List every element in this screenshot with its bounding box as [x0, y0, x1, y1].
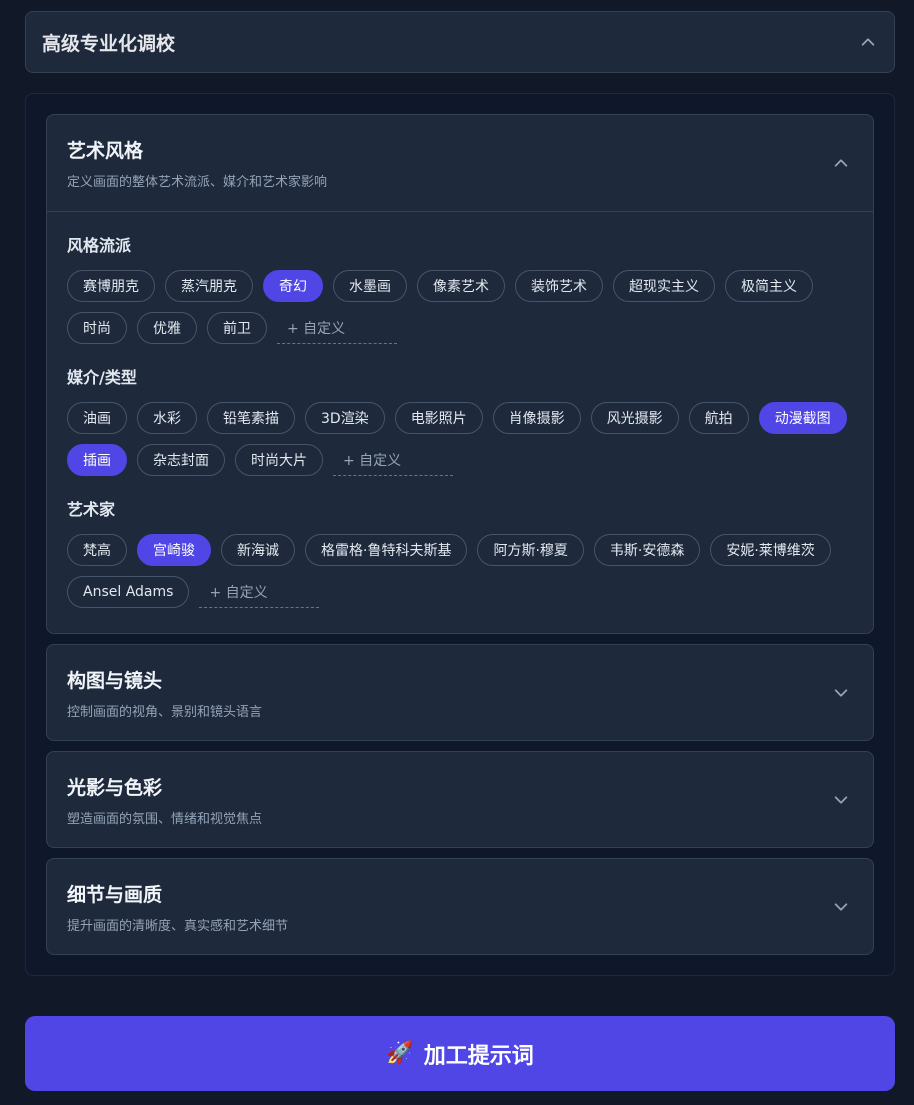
group-title-artist: 艺术家 — [67, 500, 116, 519]
card-subtitle: 塑造画面的氛围、情绪和视觉焦点 — [67, 812, 263, 827]
chip[interactable]: 韦斯·安德森 — [593, 534, 701, 566]
card-subtitle: 控制画面的视角、景别和镜头语言 — [67, 705, 263, 720]
chip[interactable]: 风光摄影 — [590, 402, 679, 434]
group-title-medium-type: 媒介/类型 — [67, 368, 137, 387]
chip-list-medium-type: 油画 水彩 铅笔素描 3D渲染 电影照片 肖像摄影 风光摄影 航拍 动漫截图插画 杂志封面 时尚大片… — [67, 402, 857, 476]
custom-input[interactable]: + 自定义 — [277, 312, 397, 344]
card-subtitle: 定义画面的整体艺术流派、媒介和艺术家影响 — [67, 175, 328, 190]
chip[interactable]: 蒸汽朋克 — [165, 270, 253, 302]
chip[interactable]: 优雅 — [137, 312, 197, 344]
chip[interactable]: 水墨画 — [333, 270, 407, 302]
card-art-style-header[interactable]: 艺术风格 定义画面的整体艺术流派、媒介和艺术家影响 — [47, 115, 873, 211]
chip[interactable]: 时尚大片 — [235, 444, 323, 476]
card-lighting-color[interactable]: 光影与色彩 塑造画面的氛围、情绪和视觉焦点 — [46, 751, 874, 848]
chip[interactable]: 杂志封面 — [137, 444, 225, 476]
card-title: 光影与色彩 — [67, 777, 163, 799]
group-title-style-genre: 风格流派 — [67, 236, 132, 255]
chip[interactable]: 阿方斯·穆夏 — [477, 534, 584, 566]
chip[interactable]: 格雷格·鲁特科夫斯基 — [305, 534, 468, 566]
chip[interactable]: 超现实主义 — [613, 270, 715, 302]
process-prompt-label: 加工提示词 — [423, 1043, 534, 1069]
chip[interactable]: Ansel Adams — [67, 576, 190, 608]
chevron-down-icon[interactable] — [831, 683, 851, 703]
chip[interactable]: 安妮·莱博维茨 — [710, 534, 831, 566]
chip[interactable]: 时尚 — [67, 312, 127, 344]
chip[interactable]: 像素艺术 — [417, 270, 505, 302]
chip[interactable]: 水彩 — [137, 402, 197, 434]
card-art-style-body: 风格流派赛博朋克 蒸汽朋克 奇幻 水墨画 像素艺术 装饰艺术 超现实主义 极简主义时尚 优雅 前卫… — [47, 212, 873, 608]
chevron-down-icon[interactable] — [831, 897, 851, 917]
chip-list-style-genre: 赛博朋克 蒸汽朋克 奇幻 水墨画 像素艺术 装饰艺术 超现实主义 极简主义时尚 优雅 前卫 + 自定… — [67, 270, 857, 344]
card-title: 构图与镜头 — [67, 670, 163, 692]
card-detail-quality[interactable]: 细节与画质 提升画面的清晰度、真实感和艺术细节 — [46, 858, 874, 955]
chip[interactable]: 肖像摄影 — [492, 402, 581, 434]
chip[interactable]: 梵高 — [67, 534, 127, 566]
card-art-style: 艺术风格 定义画面的整体艺术流派、媒介和艺术家影响 风格流派赛博朋克 蒸汽朋克 奇幻… — [46, 114, 874, 634]
custom-input[interactable]: + 自定义 — [333, 444, 453, 476]
chip-selected[interactable]: 插画 — [67, 444, 127, 476]
advanced-tuning-header[interactable]: 高级专业化调校 — [25, 11, 895, 73]
chevron-up-icon[interactable] — [858, 32, 878, 52]
chip[interactable]: 赛博朋克 — [67, 270, 155, 302]
chip[interactable]: 前卫 — [207, 312, 267, 344]
process-prompt-button[interactable]: 🚀 加工提示词 — [25, 1016, 895, 1091]
chip-selected[interactable]: 动漫截图 — [758, 402, 847, 434]
chevron-down-icon[interactable] — [831, 790, 851, 810]
card-title: 细节与画质 — [67, 884, 163, 906]
chip[interactable]: 电影照片 — [394, 402, 483, 434]
chip-selected[interactable]: 宫崎骏 — [137, 534, 211, 566]
chip[interactable]: 装饰艺术 — [515, 270, 603, 302]
card-subtitle: 提升画面的清晰度、真实感和艺术细节 — [67, 919, 289, 934]
chip-selected[interactable]: 奇幻 — [263, 270, 323, 302]
chip[interactable]: 3D渲染 — [305, 402, 385, 434]
card-title: 艺术风格 — [67, 140, 144, 162]
rocket-icon: 🚀 — [386, 1041, 414, 1066]
chip[interactable]: 新海诚 — [221, 534, 295, 566]
chip[interactable]: 航拍 — [688, 402, 749, 434]
chip[interactable]: 油画 — [67, 402, 127, 434]
chip[interactable]: 铅笔素描 — [207, 402, 295, 434]
advanced-tuning-title: 高级专业化调校 — [42, 32, 176, 55]
chip[interactable]: 极简主义 — [725, 270, 813, 302]
chip-list-artist: 梵高 宫崎骏 新海诚 格雷格·鲁特科夫斯基 阿方斯·穆夏 韦斯·安德森 安妮·莱博维茨 Ans… — [67, 534, 857, 608]
chevron-up-icon[interactable] — [831, 153, 851, 173]
card-composition[interactable]: 构图与镜头 控制画面的视角、景别和镜头语言 — [46, 644, 874, 741]
custom-input[interactable]: + 自定义 — [199, 576, 320, 608]
